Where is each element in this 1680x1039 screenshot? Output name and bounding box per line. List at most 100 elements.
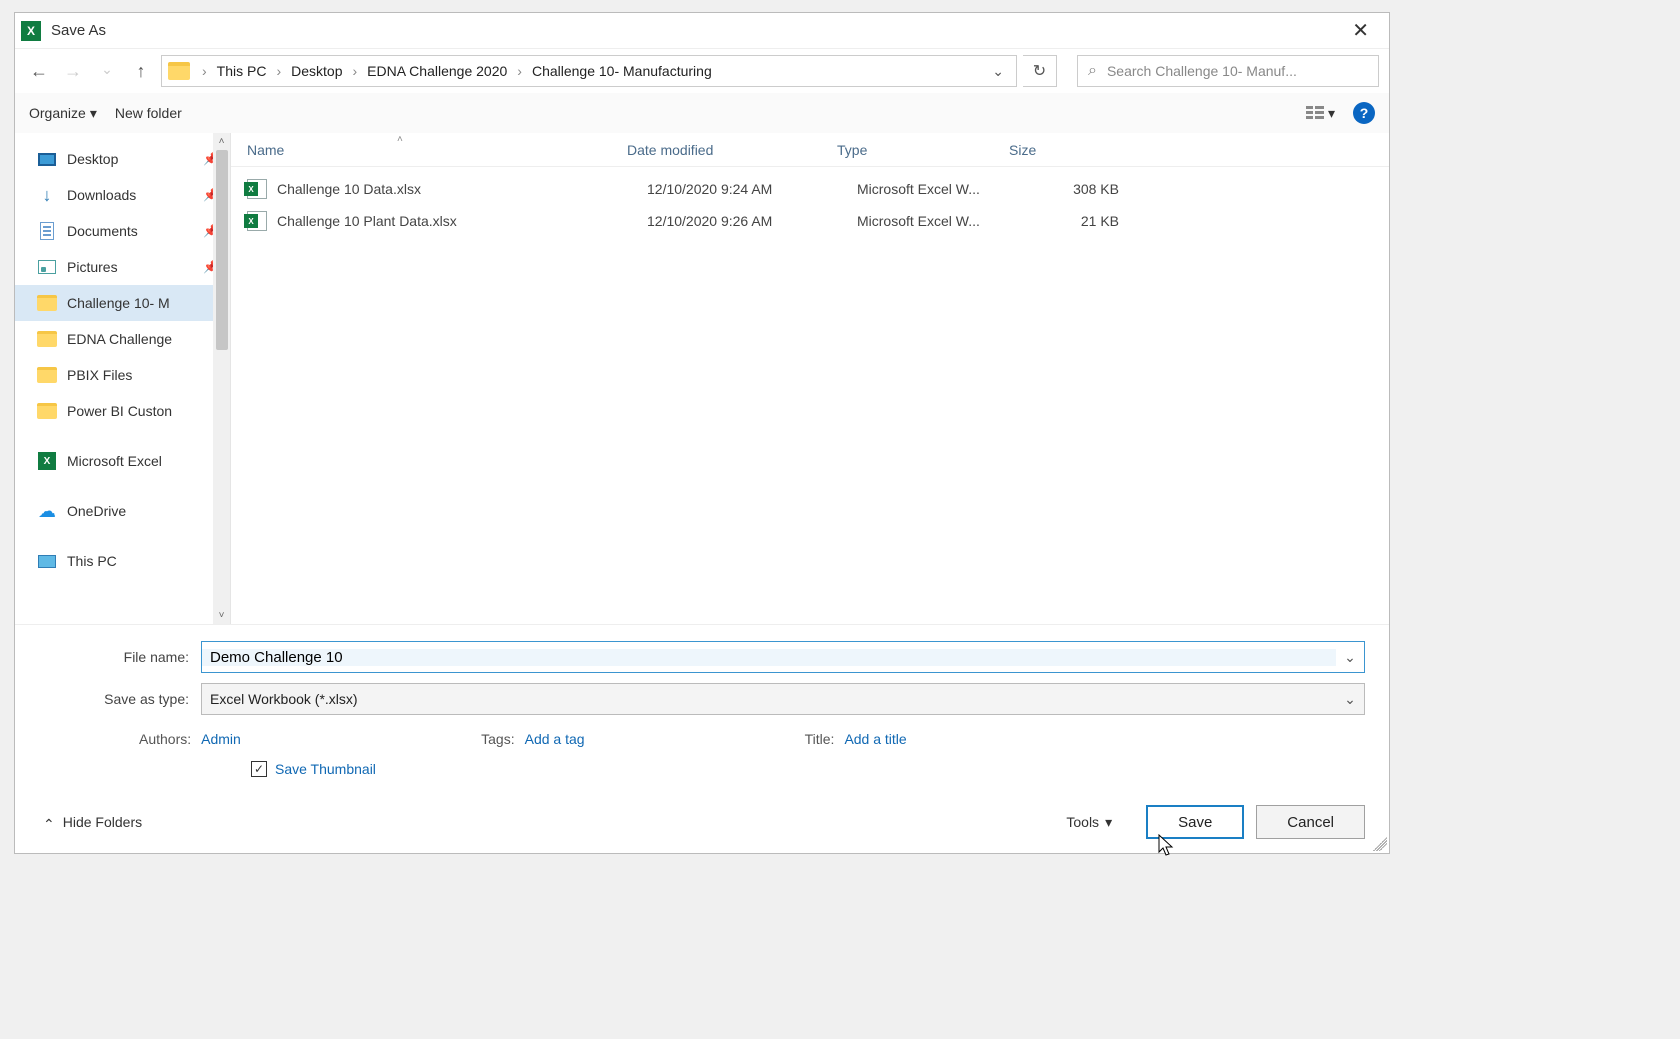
hide-folders-button[interactable]: Hide Folders	[43, 814, 142, 831]
tree-item[interactable]: Desktop📌	[15, 141, 230, 177]
tree-item[interactable]: OneDrive	[15, 493, 230, 529]
breadcrumb[interactable]: › This PC › Desktop › EDNA Challenge 202…	[161, 55, 1017, 87]
help-button[interactable]: ?	[1353, 102, 1375, 124]
resize-grip[interactable]	[1373, 837, 1387, 851]
dialog-footer: File name: ⌄ Save as type: Excel Workboo…	[15, 624, 1389, 853]
tags-label: Tags:	[481, 731, 514, 747]
filename-label: File name:	[39, 649, 201, 665]
file-name: Challenge 10 Plant Data.xlsx	[277, 213, 647, 229]
close-button[interactable]: ✕	[1342, 14, 1379, 47]
nav-row: › This PC › Desktop › EDNA Challenge 202…	[15, 49, 1389, 93]
refresh-button[interactable]	[1023, 55, 1057, 87]
file-row[interactable]: XChallenge 10 Data.xlsx12/10/2020 9:24 A…	[231, 173, 1389, 205]
search-input[interactable]	[1107, 63, 1378, 79]
excel-file-icon: X	[247, 179, 267, 199]
breadcrumb-sep[interactable]: ›	[196, 63, 213, 79]
excel-icon	[37, 452, 57, 470]
up-button[interactable]	[127, 57, 155, 85]
breadcrumb-item[interactable]: Desktop	[289, 61, 344, 81]
excel-app-icon: X	[21, 21, 41, 41]
scroll-up-button[interactable]: ˄	[213, 133, 230, 150]
save-as-dialog: X Save As ✕ › This PC › Desktop › EDNA C…	[14, 12, 1390, 854]
breadcrumb-sep[interactable]: ›	[511, 63, 528, 79]
titlebar: X Save As ✕	[15, 13, 1389, 49]
tree-item[interactable]: Challenge 10- M	[15, 285, 230, 321]
breadcrumb-item[interactable]: EDNA Challenge 2020	[365, 61, 509, 81]
tree-item-label: PBIX Files	[67, 367, 132, 383]
savetype-dropdown[interactable]: ⌄	[1336, 691, 1364, 708]
breadcrumb-item[interactable]: This PC	[215, 61, 269, 81]
doc-icon	[37, 222, 57, 240]
title-value[interactable]: Add a title	[844, 731, 924, 747]
chevron-up-icon	[43, 814, 55, 831]
meta-row: Authors: Admin Tags: Add a tag Title: Ad…	[39, 725, 1365, 761]
tools-button[interactable]: Tools ▾	[1066, 814, 1112, 831]
tree-item[interactable]: Downloads📌	[15, 177, 230, 213]
savetype-label: Save as type:	[39, 691, 201, 707]
chevron-down-icon: ▾	[90, 105, 97, 122]
filename-input[interactable]	[202, 649, 1336, 666]
folder-icon	[37, 294, 57, 312]
nav-tree: Desktop📌Downloads📌Documents📌Pictures📌Cha…	[15, 133, 231, 624]
tree-item-label: Power BI Custon	[67, 403, 172, 419]
organize-button[interactable]: Organize ▾	[29, 105, 97, 122]
desktop-icon	[37, 150, 57, 168]
save-button[interactable]: Save	[1146, 805, 1244, 839]
filename-dropdown[interactable]: ⌄	[1336, 649, 1364, 666]
file-date: 12/10/2020 9:26 AM	[647, 213, 857, 229]
cancel-button[interactable]: Cancel	[1256, 805, 1365, 839]
tree-item[interactable]: Microsoft Excel	[15, 443, 230, 479]
file-name: Challenge 10 Data.xlsx	[277, 181, 647, 197]
thumbnail-row[interactable]: ✓ Save Thumbnail	[39, 761, 1365, 777]
excel-file-icon: X	[247, 211, 267, 231]
authors-value[interactable]: Admin	[201, 731, 281, 747]
file-type: Microsoft Excel W...	[857, 213, 1029, 229]
tree-item[interactable]: Documents📌	[15, 213, 230, 249]
folder-icon	[37, 330, 57, 348]
col-size[interactable]: Size	[1009, 142, 1109, 158]
search-box[interactable]	[1077, 55, 1379, 87]
list-view-icon	[1306, 106, 1324, 120]
col-type[interactable]: Type	[837, 142, 1009, 158]
back-button[interactable]	[25, 57, 53, 85]
chevron-down-icon: ▾	[1105, 814, 1112, 831]
tree-item-label: Microsoft Excel	[67, 453, 162, 469]
thumbnail-checkbox[interactable]: ✓	[251, 761, 267, 777]
file-size: 21 KB	[1029, 213, 1129, 229]
recent-locations-button[interactable]	[93, 57, 121, 85]
new-folder-button[interactable]: New folder	[115, 105, 182, 121]
folder-icon	[37, 402, 57, 420]
col-date[interactable]: Date modified	[627, 142, 837, 158]
pc-icon	[37, 552, 57, 570]
search-icon	[1088, 62, 1107, 80]
tree-item[interactable]: PBIX Files	[15, 357, 230, 393]
tree-item[interactable]: EDNA Challenge	[15, 321, 230, 357]
file-area: Name ˄ Date modified Type Size X Challeng…	[231, 133, 1389, 624]
breadcrumb-sep[interactable]: ›	[270, 63, 287, 79]
file-row[interactable]: X Challenge 10 Plant Data.xlsx12/10/2020 …	[231, 205, 1389, 237]
breadcrumb-dropdown[interactable]: ⌄	[980, 63, 1016, 80]
forward-button[interactable]	[59, 57, 87, 85]
chevron-down-icon: ▾	[1328, 105, 1335, 122]
onedrive-icon	[37, 502, 57, 520]
view-options-button[interactable]: ▾	[1306, 105, 1335, 122]
tree-item[interactable]: Pictures📌	[15, 249, 230, 285]
tree-item-label: Documents	[67, 223, 138, 239]
thumbnail-label: Save Thumbnail	[275, 761, 376, 777]
tags-value[interactable]: Add a tag	[525, 731, 605, 747]
tree-item[interactable]: Power BI Custon	[15, 393, 230, 429]
bottom-bar: Hide Folders Tools ▾ Save Cancel	[39, 799, 1365, 843]
breadcrumb-sep[interactable]: ›	[347, 63, 364, 79]
tree-item-label: This PC	[67, 553, 117, 569]
scroll-thumb[interactable]	[216, 150, 228, 350]
tree-item[interactable]: This PC	[15, 543, 230, 579]
filename-field[interactable]: ⌄	[201, 641, 1365, 673]
scroll-down-button[interactable]: ˅	[213, 607, 230, 624]
tree-item-label: Downloads	[67, 187, 136, 203]
tree-scrollbar[interactable]: ˄ ˅	[213, 133, 230, 624]
column-headers: Name ˄ Date modified Type Size	[231, 133, 1389, 167]
col-name[interactable]: Name ˄	[247, 142, 627, 158]
pic-icon	[37, 258, 57, 276]
savetype-combobox[interactable]: Excel Workbook (*.xlsx) ⌄	[201, 683, 1365, 715]
breadcrumb-item[interactable]: Challenge 10- Manufacturing	[530, 61, 714, 81]
